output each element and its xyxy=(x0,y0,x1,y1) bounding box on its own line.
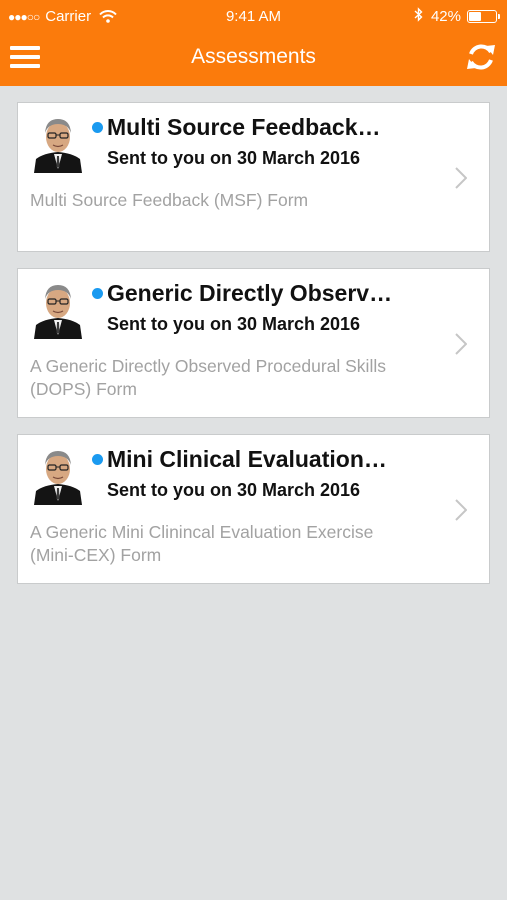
assessment-description: A Generic Directly Observed Procedural S… xyxy=(30,356,386,399)
bluetooth-icon xyxy=(414,7,423,25)
assessment-card[interactable]: Generic Directly Observ… Sent to you on … xyxy=(17,268,490,418)
refresh-button[interactable] xyxy=(465,40,497,74)
chevron-right-icon xyxy=(455,499,467,521)
assessment-card[interactable]: Multi Source Feedback… Sent to you on 30… xyxy=(17,102,490,252)
assessment-list: Multi Source Feedback… Sent to you on 30… xyxy=(17,102,490,600)
unread-indicator xyxy=(92,454,103,465)
assessment-title: Generic Directly Observ… xyxy=(107,280,393,306)
unread-indicator xyxy=(92,288,103,299)
status-bar: ●●●○○ Carrier 9:41 AM 42% xyxy=(0,0,507,34)
assessment-description: Multi Source Feedback (MSF) Form xyxy=(30,190,309,210)
assessment-card[interactable]: Mini Clinical Evaluation… Sent to you on… xyxy=(17,434,490,584)
avatar xyxy=(28,443,88,505)
assessment-sent-date: Sent to you on 30 March 2016 xyxy=(107,480,361,500)
chevron-right-icon xyxy=(455,333,467,355)
refresh-icon xyxy=(467,44,495,70)
app-header: ●●●○○ Carrier 9:41 AM 42% Assessments xyxy=(0,0,507,86)
assessment-sent-date: Sent to you on 30 March 2016 xyxy=(107,314,361,334)
battery-icon xyxy=(467,9,500,23)
avatar xyxy=(28,111,88,173)
assessment-description: A Generic Mini Clinincal Evaluation Exer… xyxy=(30,522,374,565)
assessment-title: Multi Source Feedback… xyxy=(107,114,381,140)
page-title: Assessments xyxy=(191,45,316,68)
chevron-right-icon xyxy=(455,167,467,189)
battery-percentage: 42% xyxy=(430,7,461,25)
assessment-sent-date: Sent to you on 30 March 2016 xyxy=(107,148,361,168)
navigation-bar: Assessments xyxy=(0,34,507,86)
avatar xyxy=(28,277,88,339)
unread-indicator xyxy=(92,122,103,133)
assessment-title: Mini Clinical Evaluation… xyxy=(107,446,387,472)
